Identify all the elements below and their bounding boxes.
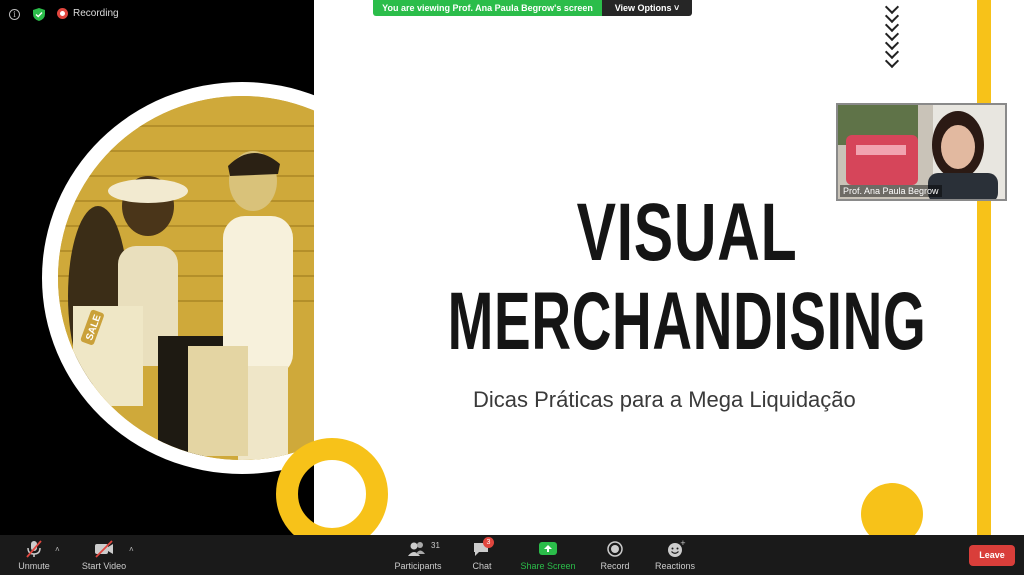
- microphone-muted-icon: [26, 540, 42, 558]
- viewing-screen-banner: You are viewing Prof. Ana Paula Begrow's…: [373, 0, 602, 16]
- share-screen-label: Share Screen: [520, 561, 576, 571]
- record-label: Record: [600, 561, 630, 571]
- yellow-accent-bar: [977, 0, 991, 535]
- participants-count: 31: [431, 541, 440, 550]
- recording-icon: [57, 8, 68, 19]
- chat-button[interactable]: 3 Chat: [446, 537, 518, 571]
- reactions-smiley-icon: +: [668, 539, 686, 557]
- participants-label: Participants: [394, 561, 442, 571]
- view-options-label: View Options: [614, 3, 672, 13]
- record-icon: [607, 541, 623, 557]
- meeting-toolbar: Unmute ˄ Start Video ˄ 31 Participants 3…: [0, 535, 1024, 575]
- start-video-label: Start Video: [81, 561, 127, 571]
- recording-label: Recording: [73, 8, 119, 19]
- audio-options-chevron-icon[interactable]: ˄: [55, 545, 60, 554]
- view-options-button[interactable]: View Options ˅: [602, 0, 692, 16]
- participants-button[interactable]: 31 Participants: [382, 539, 454, 571]
- reactions-label: Reactions: [654, 561, 696, 571]
- leave-button[interactable]: Leave: [969, 545, 1015, 566]
- chat-unread-badge: 3: [483, 537, 494, 548]
- participants-icon-wrap: 31: [407, 539, 440, 559]
- slide-title-line2: MERCHANDISING: [447, 276, 927, 367]
- chevron-down-decoration: [884, 0, 900, 69]
- yellow-ring-decoration: [276, 438, 388, 550]
- unmute-button[interactable]: Unmute: [0, 539, 70, 571]
- slide-subtitle: Dicas Práticas para a Mega Liquidação: [473, 387, 856, 412]
- reactions-button[interactable]: + Reactions: [639, 539, 711, 571]
- chevron-down-icon: ˅: [674, 3, 680, 13]
- share-screen-icon: [539, 542, 557, 555]
- participant-video-tile[interactable]: Prof. Ana Paula Begrow: [836, 103, 1007, 201]
- video-options-chevron-icon[interactable]: ˄: [129, 545, 134, 554]
- info-icon[interactable]: i: [9, 9, 20, 20]
- start-video-button[interactable]: Start Video: [68, 539, 140, 571]
- chat-label: Chat: [472, 561, 492, 571]
- shield-icon[interactable]: [33, 8, 45, 21]
- chat-icon-wrap: 3: [471, 537, 494, 559]
- recording-indicator[interactable]: Recording: [57, 8, 119, 19]
- unmute-label: Unmute: [18, 561, 50, 571]
- participants-icon: [408, 542, 425, 556]
- participant-name: Prof. Ana Paula Begrow: [840, 185, 942, 197]
- svg-text:+: +: [680, 539, 686, 547]
- share-screen-button[interactable]: Share Screen: [512, 539, 584, 571]
- video-off-icon: [95, 540, 113, 558]
